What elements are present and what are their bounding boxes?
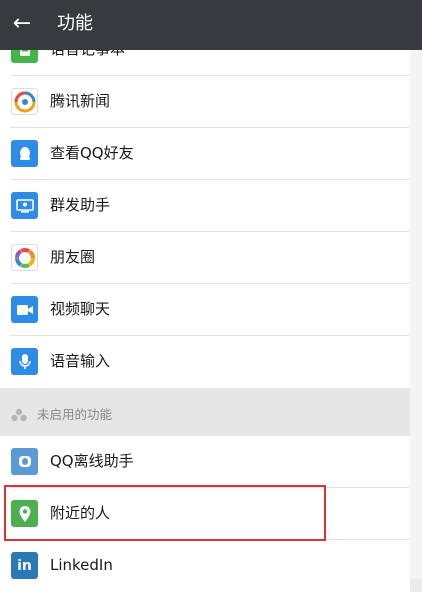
tencent-news-icon [11,88,38,115]
feature-item-video-chat[interactable]: 视频聊天 [0,284,410,336]
feature-item-qq-offline-assistant[interactable]: QQ离线助手 [0,436,410,488]
scroll-edge [410,50,422,579]
mass-send-icon [11,192,38,219]
page-title: 功能 [57,13,93,34]
highlight-box [4,485,326,541]
feature-label: 朋友圈 [50,248,96,266]
feature-label: 群发助手 [50,196,111,214]
disabled-features-header: 未启用的功能 [0,388,410,442]
linkedin-icon: in [11,552,38,579]
section-label: 未启用的功能 [37,407,113,422]
feature-label: 语音输入 [50,352,111,370]
video-chat-icon [11,296,38,323]
back-arrow-icon[interactable]: ← [8,10,36,38]
cluster-icon [11,408,27,422]
feature-item-moments[interactable]: 朋友圈 [0,232,410,284]
feature-label: 腾讯新闻 [50,92,111,110]
qq-offline-assistant-icon [11,448,38,475]
feature-item-linkedin[interactable]: in LinkedIn [0,540,410,592]
feature-label: 查看QQ好友 [50,144,134,162]
qq-friends-icon [11,140,38,167]
feature-item-mass-send[interactable]: 群发助手 [0,180,410,232]
feature-label: QQ离线助手 [50,452,134,470]
voice-input-icon [11,348,38,375]
feature-label: LinkedIn [50,556,113,574]
feature-item-voice-input[interactable]: 语音输入 [0,336,410,388]
feature-item-tencent-news[interactable]: 腾讯新闻 [0,76,410,128]
feature-item-qq-friends[interactable]: 查看QQ好友 [0,128,410,180]
moments-icon [11,244,38,271]
top-bar: ← 功能 [0,0,422,50]
feature-label: 视频聊天 [50,300,111,318]
